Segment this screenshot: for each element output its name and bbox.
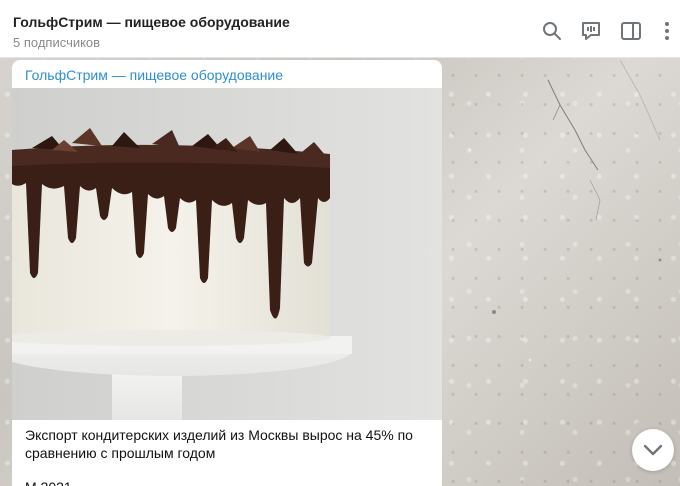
search-icon[interactable] — [541, 20, 563, 42]
chevron-down-icon — [643, 444, 663, 456]
post-photo[interactable] — [12, 88, 442, 420]
scroll-down-button[interactable] — [632, 429, 674, 471]
more-icon[interactable] — [656, 20, 678, 42]
subscriber-count[interactable]: 5 подписчиков — [13, 35, 100, 50]
chat-header[interactable]: ГольфСтрим — пищевое оборудование 5 подп… — [0, 0, 680, 58]
post-author[interactable]: ГольфСтрим — пищевое оборудование — [25, 67, 283, 83]
post-headline: Экспорт кондитерских изделий из Москвы в… — [25, 427, 413, 461]
channel-title[interactable]: ГольфСтрим — пищевое оборудование — [13, 14, 290, 30]
discussion-icon[interactable] — [580, 20, 602, 42]
channel-post[interactable]: ГольфСтрим — пищевое оборудование Экспор… — [12, 60, 442, 486]
post-body: М 2021 — [25, 478, 430, 486]
sidebar-toggle-icon[interactable] — [620, 20, 642, 42]
